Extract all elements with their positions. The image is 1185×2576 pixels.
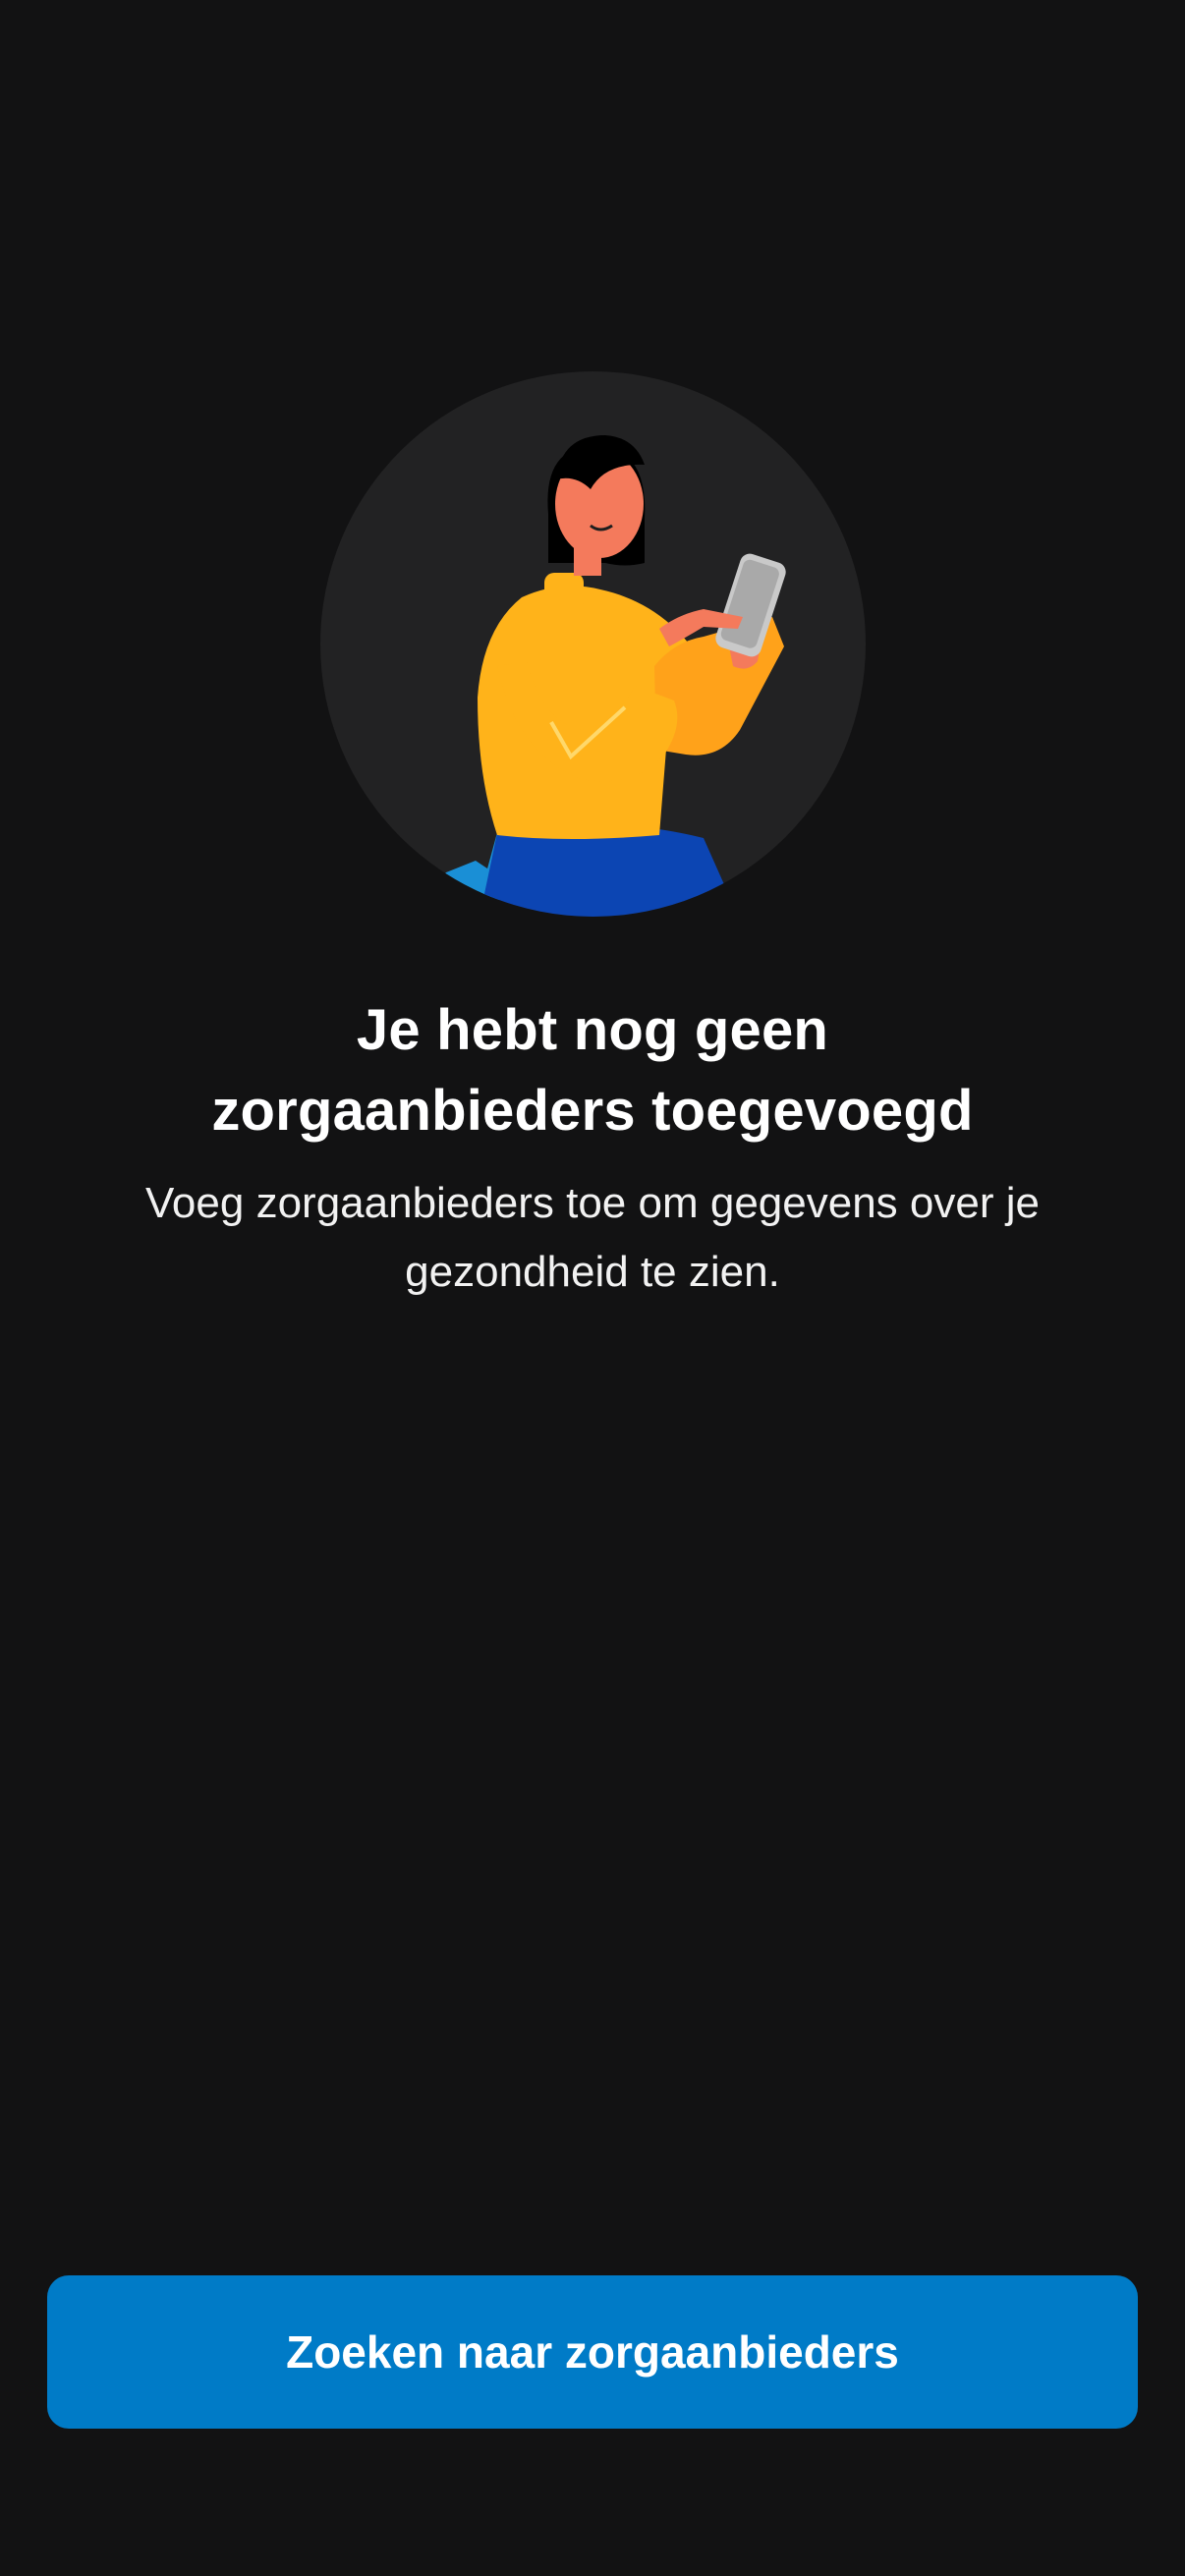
empty-state-description: Voeg zorgaanbieders toe om gegevens over… xyxy=(145,1179,1040,1296)
empty-state-screen: Je hebt nog geen zorgaanbieders toegevoe… xyxy=(0,0,1185,2576)
person-with-phone-illustration xyxy=(320,371,866,917)
search-healthcare-providers-button-label: Zoeken naar zorgaanbieders xyxy=(286,2326,899,2378)
empty-state-title-line-1: Je hebt nog geen xyxy=(356,998,829,1062)
empty-state-title: Je hebt nog geen zorgaanbieders toegevoe… xyxy=(98,990,1087,1151)
empty-state-title-line-2: zorgaanbieders toegevoegd xyxy=(211,1079,974,1143)
search-healthcare-providers-button[interactable]: Zoeken naar zorgaanbieders xyxy=(47,2275,1138,2429)
